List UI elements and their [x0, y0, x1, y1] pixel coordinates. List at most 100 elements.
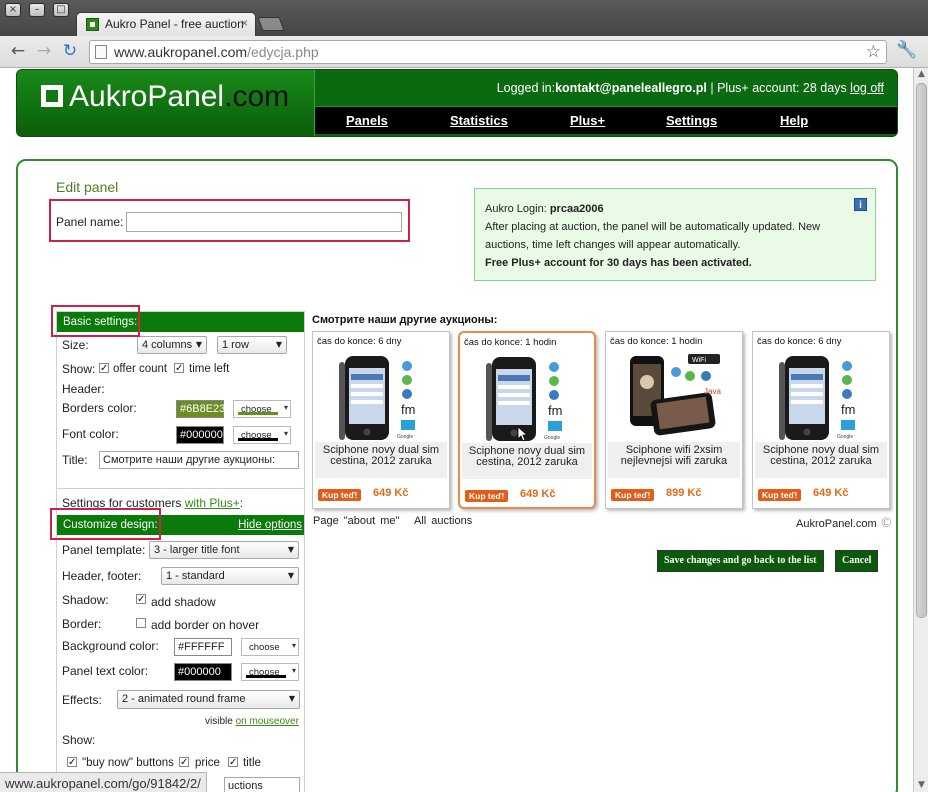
price-checkbox[interactable]: ✓: [179, 757, 189, 768]
font-color-choose[interactable]: choose: [233, 426, 291, 444]
buy-now-button[interactable]: Kup teď!: [611, 489, 655, 501]
background-color-choose[interactable]: choose: [241, 638, 299, 656]
logout-link[interactable]: log off: [850, 81, 884, 95]
window-titlebar: × – □ Aukro Panel - free auction ×: [0, 0, 928, 36]
wrench-menu-icon[interactable]: 🔧: [896, 40, 917, 60]
title-input[interactable]: Смотрите наши другие аукционы:: [99, 451, 299, 469]
bottom-text-input[interactable]: uctions: [224, 777, 300, 792]
page-scrollbar[interactable]: ▲ ▼: [913, 68, 928, 792]
rows-select[interactable]: 1 row: [217, 336, 287, 354]
time-left-label: time left: [189, 363, 230, 375]
nav-panels[interactable]: Panels: [346, 113, 388, 128]
panel-text-color-choose[interactable]: choose: [241, 663, 299, 681]
back-arrow-icon[interactable]: ←: [8, 41, 28, 61]
auction-description: Sciphone wifi 2xsim nejlevnejsi wifi zar…: [608, 442, 740, 478]
bookmark-star-icon[interactable]: ☆: [866, 42, 881, 62]
buy-now-button[interactable]: Kup teď!: [758, 489, 802, 501]
auction-time-left: čas do konce: 1 hodin: [464, 337, 557, 348]
header-footer-label: Header, footer:: [62, 569, 142, 583]
buy-now-checkbox[interactable]: ✓: [67, 757, 77, 768]
cancel-button[interactable]: Cancel: [835, 550, 879, 572]
all-auctions-link[interactable]: All auctions: [414, 515, 472, 527]
nav-settings[interactable]: Settings: [666, 113, 717, 128]
add-shadow-checkbox[interactable]: ✓: [136, 594, 146, 605]
new-tab-button[interactable]: [257, 17, 285, 31]
effects-select[interactable]: 2 - animated round frame: [117, 690, 300, 709]
status-bar-url: www.aukropanel.com/go/91842/2/: [0, 772, 207, 792]
buy-now-button[interactable]: Kup teď!: [465, 490, 509, 502]
visible-on-mouseover: visible on mouseover: [205, 716, 299, 727]
section-divider: [57, 488, 304, 489]
panel-name-label: Panel name:: [56, 215, 124, 229]
font-color-input[interactable]: #000000: [176, 426, 224, 444]
columns-select[interactable]: 4 columns: [137, 336, 207, 354]
scroll-down-icon[interactable]: ▼: [915, 779, 928, 792]
scroll-up-icon[interactable]: ▲: [915, 68, 928, 81]
page-about-me-link[interactable]: Page "about me": [313, 515, 399, 527]
auction-card-highlighted[interactable]: čas do konce: 1 hodin fm Google Sciphone…: [458, 331, 596, 509]
panel-name-input[interactable]: [126, 212, 402, 232]
background-color-input[interactable]: #FFFFFF: [174, 638, 232, 656]
auction-time-left: čas do konce: 6 dny: [757, 336, 842, 347]
scrollbar-thumb[interactable]: [916, 83, 927, 618]
copyright-icon: ©: [879, 516, 893, 531]
buy-now-button[interactable]: Kup teď!: [318, 489, 362, 501]
show-label: Show:: [62, 362, 96, 376]
panel-template-select[interactable]: 3 - larger title font: [149, 541, 299, 559]
page-viewport: AukroPanel.com Logged in:kontakt@panelea…: [0, 68, 913, 792]
tab-close-icon[interactable]: ×: [241, 16, 248, 30]
header-footer-select[interactable]: 1 - standard: [161, 567, 299, 585]
font-color-preview: [238, 438, 278, 441]
info-icon[interactable]: i: [854, 198, 867, 211]
info-plus-text: Free Plus+ account for 30 days has been …: [485, 257, 752, 269]
auction-price: 899 Kč: [666, 487, 702, 499]
title-checkbox[interactable]: ✓: [228, 757, 238, 768]
borders-color-input[interactable]: #6B8E23: [176, 400, 225, 418]
add-shadow-label: add shadow: [151, 595, 216, 609]
logo-suffix: .com: [224, 80, 290, 113]
logo[interactable]: AukroPanel.com: [17, 70, 315, 136]
aukro-login-value: prcaa2006: [549, 203, 604, 215]
nav-statistics[interactable]: Statistics: [450, 113, 508, 128]
window-maximize-button[interactable]: □: [53, 3, 69, 17]
nav-plus[interactable]: Plus+: [570, 113, 605, 128]
window-minimize-button[interactable]: –: [29, 3, 45, 17]
price-label: price: [195, 757, 220, 769]
save-changes-button[interactable]: Save changes and go back to the list: [657, 550, 824, 572]
highlight-box-basic-settings: [51, 305, 140, 337]
info-login: Aukro Login: prcaa2006: [485, 200, 865, 218]
nav-help[interactable]: Help: [780, 113, 808, 128]
main-nav: Panels Statistics Plus+ Settings Help: [315, 106, 897, 134]
plus-intro-end: :: [239, 496, 244, 510]
credit-text: AukroPanel.com: [796, 518, 877, 530]
visible-label: visible: [205, 716, 236, 727]
panel-footer-links: Page "about me" All auctions: [313, 515, 472, 527]
on-mouseover-link[interactable]: on mouseover: [236, 716, 299, 727]
address-bar[interactable]: www.aukropanel.com/edycja.php ☆: [89, 40, 887, 64]
hide-options-link[interactable]: Hide options: [238, 519, 302, 531]
browser-tab[interactable]: Aukro Panel - free auction ×: [76, 12, 256, 36]
auction-card[interactable]: čas do konce: 1 hodin WiFi Java Sciphone…: [605, 331, 743, 509]
add-border-checkbox[interactable]: [136, 618, 146, 628]
reload-icon[interactable]: ↻: [60, 41, 80, 61]
url-host: www.aukropanel.com: [114, 44, 248, 60]
effects-label: Effects:: [62, 693, 102, 707]
auction-card[interactable]: čas do konce: 6 dny fm Google Sciphone n…: [312, 331, 450, 509]
with-plus-link[interactable]: with Plus+: [185, 496, 240, 510]
logged-in-label: Logged in:: [496, 81, 556, 95]
offer-count-checkbox[interactable]: ✓: [99, 363, 109, 374]
border-label: Border:: [62, 617, 102, 631]
url-path: /edycja.php: [247, 44, 319, 60]
borders-color-preview: [238, 412, 278, 415]
forward-arrow-icon[interactable]: →: [34, 41, 54, 61]
svg-text:fm: fm: [548, 403, 562, 418]
time-left-checkbox[interactable]: ✓: [174, 363, 184, 374]
panel-text-color-input[interactable]: #000000: [174, 663, 232, 681]
auction-card[interactable]: čas do konce: 6 dny fm Google Sciphone n…: [752, 331, 890, 509]
auctions-preview-title: Смотрите наши другие аукционы:: [312, 314, 498, 326]
auction-description: Sciphone novy dual sim cestina, 2012 zar…: [755, 442, 887, 478]
phone-image: fm Google: [486, 357, 562, 442]
borders-color-choose[interactable]: choose: [233, 400, 291, 418]
window-close-button[interactable]: ×: [5, 3, 21, 17]
logo-square-icon: [41, 85, 63, 107]
